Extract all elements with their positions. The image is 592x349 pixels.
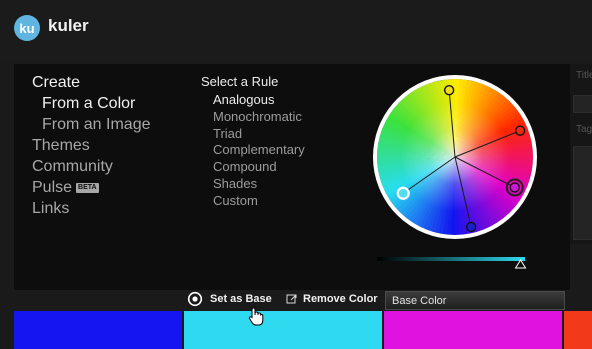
nav-create[interactable]: Create <box>32 72 150 93</box>
base-color-field[interactable]: Base Color <box>385 291 565 310</box>
rule-custom[interactable]: Custom <box>201 193 305 210</box>
set-as-base-label: Set as Base <box>210 293 272 305</box>
set-as-base-button[interactable]: Set as Base <box>187 291 272 307</box>
kuler-logo-icon[interactable]: ku <box>14 15 40 41</box>
tags-label: Tags <box>576 124 592 135</box>
rule-analogous[interactable]: Analogous <box>201 92 305 109</box>
wheel-marker-2[interactable] <box>514 125 526 136</box>
nav-community[interactable]: Community <box>32 156 150 177</box>
remove-color-button[interactable]: Remove Color <box>286 291 378 307</box>
nav-themes[interactable]: Themes <box>32 135 150 156</box>
wheel-marker-5[interactable] <box>396 186 410 200</box>
app-title[interactable]: kuler <box>48 16 89 36</box>
rule-heading: Select a Rule <box>201 74 279 89</box>
nav-from-a-color[interactable]: From a Color <box>32 93 150 114</box>
rule-selector: Select a Rule Analogous Monochromatic Tria… <box>201 74 305 210</box>
wheel-marker-4[interactable] <box>465 221 477 233</box>
rule-monochromatic[interactable]: Monochromatic <box>201 109 305 126</box>
brightness-track[interactable] <box>377 257 525 261</box>
hand-cursor-icon <box>248 307 264 326</box>
beta-badge: BETA <box>76 182 99 193</box>
sidebar-nav: Create From a Color From an Image Themes… <box>32 72 150 219</box>
title-label: Title <box>576 70 592 81</box>
rule-list: Analogous Monochromatic Triad Complementary… <box>201 92 305 210</box>
rule-complementary[interactable]: Complementary <box>201 142 305 159</box>
swatch-3[interactable] <box>384 311 562 349</box>
brightness-handle-icon[interactable] <box>514 259 527 269</box>
wheel-marker-1[interactable] <box>443 84 455 96</box>
title-input[interactable] <box>573 95 592 113</box>
nav-pulse-label: Pulse <box>32 179 73 196</box>
rule-triad[interactable]: Triad <box>201 126 305 143</box>
swatch-1[interactable] <box>14 311 182 349</box>
top-bar: ku kuler <box>0 0 592 60</box>
swatch-2[interactable] <box>184 311 382 349</box>
remove-color-label: Remove Color <box>303 293 378 305</box>
tags-input[interactable] <box>573 146 592 240</box>
set-base-icon <box>187 291 203 307</box>
nav-pulse[interactable]: Pulse BETA <box>32 177 150 198</box>
brightness-slider[interactable] <box>375 253 530 269</box>
rule-shades[interactable]: Shades <box>201 176 305 193</box>
swatch-4[interactable] <box>564 311 592 349</box>
nav-links[interactable]: Links <box>32 198 150 219</box>
rule-compound[interactable]: Compound <box>201 159 305 176</box>
color-wheel[interactable] <box>370 72 540 242</box>
nav-from-an-image[interactable]: From an Image <box>32 114 150 135</box>
remove-color-icon <box>286 294 297 304</box>
